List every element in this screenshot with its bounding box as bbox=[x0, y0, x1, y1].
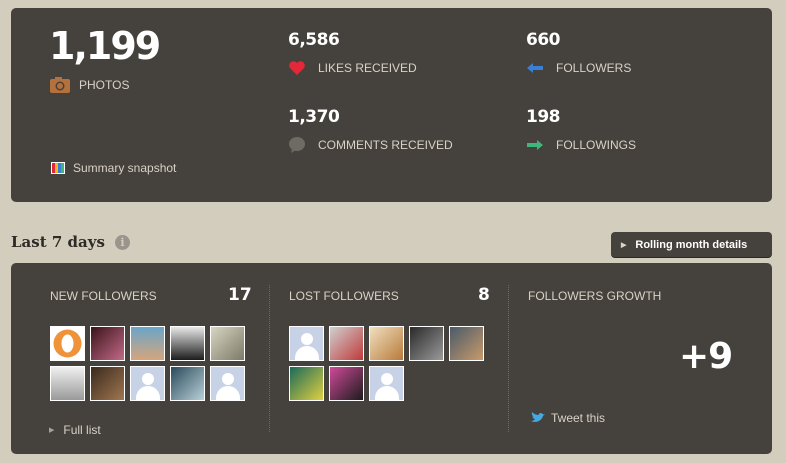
comments-count: 1,370 bbox=[288, 107, 340, 127]
arrow-left-icon bbox=[526, 59, 544, 77]
tweet-this-link[interactable]: Tweet this bbox=[530, 411, 605, 425]
heart-icon bbox=[288, 59, 306, 77]
comments-label: COMMENTS RECEIVED bbox=[318, 138, 453, 152]
likes-stat: LIKES RECEIVED bbox=[288, 59, 417, 77]
default-avatar[interactable] bbox=[130, 366, 165, 401]
tweet-this-label: Tweet this bbox=[551, 411, 606, 425]
avatar[interactable] bbox=[90, 326, 125, 361]
camera-icon bbox=[49, 76, 70, 94]
lost-followers-grid bbox=[289, 326, 484, 401]
followers-stat: FOLLOWERS bbox=[526, 59, 631, 77]
column-divider bbox=[508, 285, 509, 432]
likes-label: LIKES RECEIVED bbox=[318, 61, 417, 75]
column-divider bbox=[269, 285, 270, 432]
snapshot-icon bbox=[51, 161, 67, 175]
default-avatar[interactable] bbox=[289, 326, 324, 361]
rolling-month-label: Rolling month details bbox=[635, 238, 748, 251]
photos-stat: PHOTOS bbox=[49, 76, 129, 94]
lost-followers-title: LOST FOLLOWERS bbox=[289, 289, 399, 303]
followers-growth-value: +9 bbox=[679, 336, 733, 377]
avatar[interactable] bbox=[170, 326, 205, 361]
default-avatar[interactable] bbox=[210, 366, 245, 401]
followers-count: 660 bbox=[526, 30, 561, 50]
followings-label: FOLLOWINGS bbox=[556, 138, 637, 152]
section-title: Last 7 days bbox=[11, 233, 105, 251]
comments-stat: COMMENTS RECEIVED bbox=[288, 136, 453, 154]
avatar[interactable] bbox=[289, 366, 324, 401]
default-avatar[interactable] bbox=[369, 366, 404, 401]
snapshot-label: Summary snapshot bbox=[73, 161, 177, 175]
avatar[interactable] bbox=[329, 366, 364, 401]
summary-panel: 1,199 PHOTOS 6,586 LIKES RECEIVED 1,370 … bbox=[11, 8, 772, 202]
summary-snapshot-link[interactable]: Summary snapshot bbox=[51, 161, 176, 175]
avatar[interactable] bbox=[449, 326, 484, 361]
photos-count: 1,199 bbox=[49, 24, 161, 68]
new-followers-title: NEW FOLLOWERS bbox=[50, 289, 157, 303]
weekly-panel: NEW FOLLOWERS 17 ▶ Full list LOST FOLLOW… bbox=[11, 263, 772, 454]
avatar[interactable] bbox=[170, 366, 205, 401]
play-triangle-icon: ▶ bbox=[621, 241, 627, 249]
twitter-bird-icon bbox=[530, 412, 546, 424]
photos-label: PHOTOS bbox=[79, 78, 130, 92]
rolling-month-details-button[interactable]: ▶ Rolling month details bbox=[611, 232, 772, 257]
new-followers-count: 17 bbox=[228, 285, 252, 305]
play-triangle-icon: ▶ bbox=[49, 427, 55, 434]
new-followers-grid bbox=[50, 326, 245, 401]
likes-count: 6,586 bbox=[288, 30, 340, 50]
comment-bubble-icon bbox=[288, 136, 306, 154]
avatar[interactable] bbox=[90, 366, 125, 401]
avatar[interactable] bbox=[329, 326, 364, 361]
followers-label: FOLLOWERS bbox=[556, 61, 632, 75]
avatar[interactable] bbox=[210, 326, 245, 361]
avatar[interactable] bbox=[130, 326, 165, 361]
full-list-link[interactable]: ▶ Full list bbox=[49, 423, 101, 437]
avatar[interactable] bbox=[409, 326, 444, 361]
followers-growth-title: FOLLOWERS GROWTH bbox=[528, 289, 662, 303]
lost-followers-count: 8 bbox=[478, 285, 490, 305]
followings-stat: FOLLOWINGS bbox=[526, 136, 636, 154]
info-icon[interactable]: i bbox=[115, 235, 130, 250]
avatar[interactable] bbox=[369, 326, 404, 361]
arrow-right-icon bbox=[526, 136, 544, 154]
full-list-label: Full list bbox=[63, 423, 101, 437]
followings-count: 198 bbox=[526, 107, 561, 127]
avatar[interactable] bbox=[50, 366, 85, 401]
avatar[interactable] bbox=[50, 326, 85, 361]
